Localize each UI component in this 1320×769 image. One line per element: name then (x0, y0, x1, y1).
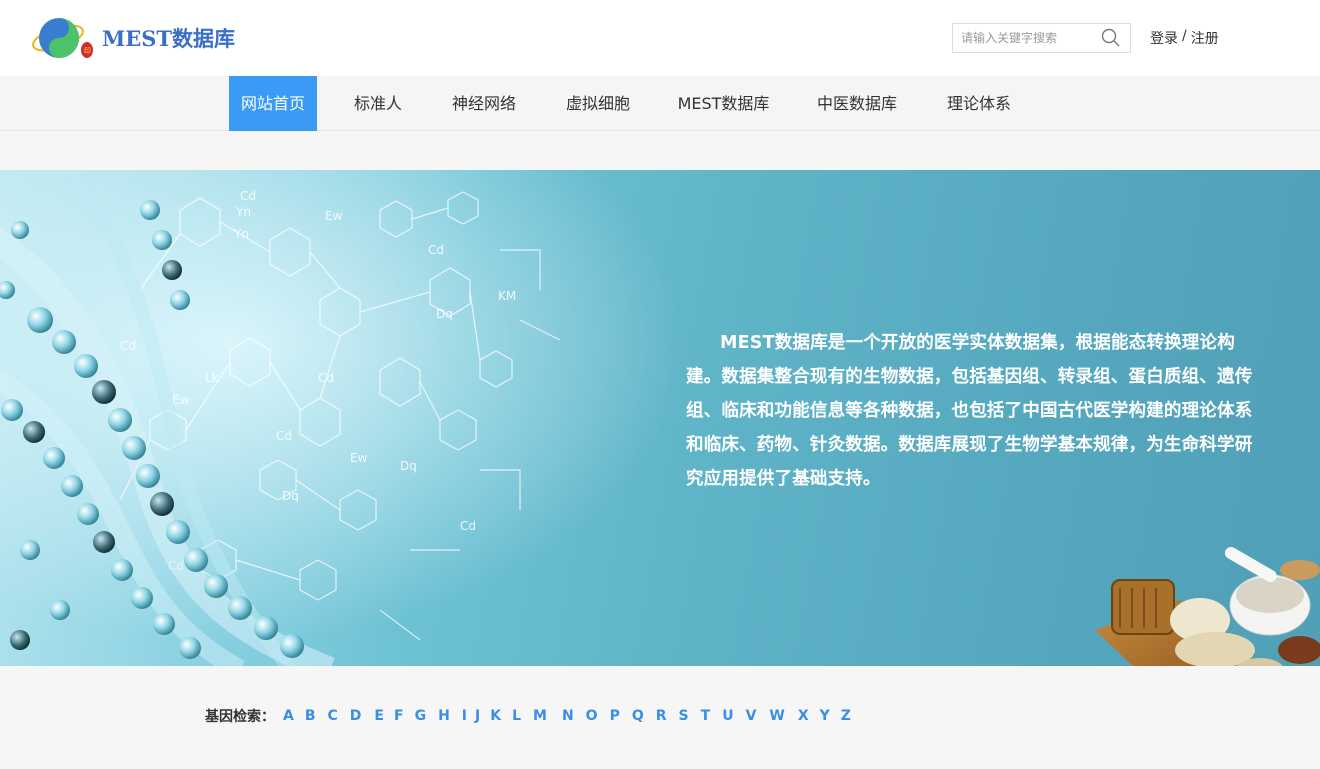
svg-text:Ew: Ew (350, 451, 368, 465)
gene-letter-r[interactable]: R (656, 708, 667, 724)
gene-letter-m[interactable]: M (533, 708, 547, 724)
gene-letter-i[interactable]: I (462, 708, 467, 724)
herbal-medicine-image (1095, 547, 1320, 666)
logo-text: MEST数据库 (102, 26, 236, 51)
main-nav: 网站首页 标准人 神经网络 虚拟细胞 MEST数据库 中医数据库 理论体系 (0, 76, 1320, 131)
gene-letter-e[interactable]: E (374, 708, 384, 724)
svg-text:Ew: Ew (325, 209, 343, 223)
gene-letter-d[interactable]: D (350, 708, 362, 724)
nav-item-neural-network[interactable]: 神经网络 (441, 76, 527, 131)
gene-letter-f[interactable]: F (394, 708, 404, 724)
gene-letter-g[interactable]: G (415, 708, 427, 724)
gene-index-letters: ABCDEFGHIJKLMNOPQRSTUVWXYZ (279, 708, 851, 724)
svg-text:Cd: Cd (276, 429, 292, 443)
auth-separator: / (1182, 28, 1187, 44)
gene-index-label: 基因检索： (205, 709, 275, 725)
svg-text:Dq: Dq (436, 307, 453, 321)
svg-text:Cd: Cd (318, 371, 334, 385)
gene-letter-b[interactable]: B (305, 708, 316, 724)
svg-text:Dq: Dq (400, 459, 417, 473)
register-link[interactable]: 注册 (1191, 28, 1219, 48)
gene-letter-k[interactable]: K (490, 708, 501, 724)
search-box (952, 23, 1131, 53)
nav-item-home[interactable]: 网站首页 (229, 76, 317, 131)
svg-text:印: 印 (84, 47, 91, 55)
svg-text:Cd: Cd (240, 189, 256, 203)
gene-letter-q[interactable]: Q (632, 708, 644, 724)
gene-letter-t[interactable]: T (701, 708, 711, 724)
gene-letter-h[interactable]: H (438, 708, 450, 724)
gene-letter-s[interactable]: S (679, 708, 689, 724)
svg-text:KM: KM (498, 289, 516, 303)
gene-letter-c[interactable]: C (328, 708, 338, 724)
svg-text:Cd: Cd (120, 339, 136, 353)
gene-letter-a[interactable]: A (283, 708, 294, 724)
logo-globe-icon: 印 (30, 12, 94, 64)
site-logo[interactable]: 印 MEST数据库 (30, 12, 250, 64)
header: 印 MEST数据库 登录 / 注册 (0, 0, 1320, 76)
search-input[interactable] (953, 25, 1093, 51)
gene-letter-o[interactable]: O (586, 708, 598, 724)
svg-text:Cd: Cd (428, 243, 444, 257)
gene-letter-x[interactable]: X (798, 708, 809, 724)
nav-item-mest-database[interactable]: MEST数据库 (670, 76, 777, 131)
svg-text:Cd: Cd (460, 519, 476, 533)
nav-item-standard-person[interactable]: 标准人 (343, 76, 413, 131)
svg-text:Yn: Yn (233, 227, 249, 241)
gene-letter-y[interactable]: Y (820, 708, 830, 724)
gene-letter-w[interactable]: W (769, 708, 784, 724)
nav-item-theory-system[interactable]: 理论体系 (936, 76, 1022, 131)
auth-links: 登录 / 注册 (1150, 28, 1219, 48)
svg-text:Ew: Ew (172, 393, 190, 407)
gene-index: 基因检索： ABCDEFGHIJKLMNOPQRSTUVWXYZ (205, 704, 851, 728)
login-link[interactable]: 登录 (1150, 28, 1178, 48)
banner-description: MEST数据库是一个开放的医学实体数据集，根据能态转换理论构建。数据集整合现有的… (686, 333, 1253, 489)
svg-text:Yn: Yn (235, 205, 251, 219)
svg-text:Dq: Dq (282, 489, 299, 503)
gene-letter-v[interactable]: V (746, 708, 757, 724)
gene-letter-u[interactable]: U (722, 708, 733, 724)
gene-letter-p[interactable]: P (610, 708, 620, 724)
search-icon[interactable] (1101, 28, 1121, 48)
hero-banner: Cd Ew Yn Cd Dq KM Cd Ew Lk Cd Dq Cd Yn E… (0, 170, 1320, 666)
gene-letter-n[interactable]: N (562, 708, 574, 724)
nav-item-tcm-database[interactable]: 中医数据库 (806, 76, 908, 131)
svg-text:Lk: Lk (205, 371, 219, 385)
gene-letter-l[interactable]: L (512, 708, 521, 724)
gene-letter-j[interactable]: J (475, 708, 480, 724)
gene-letter-z[interactable]: Z (841, 708, 851, 724)
nav-item-virtual-cell[interactable]: 虚拟细胞 (555, 76, 641, 131)
